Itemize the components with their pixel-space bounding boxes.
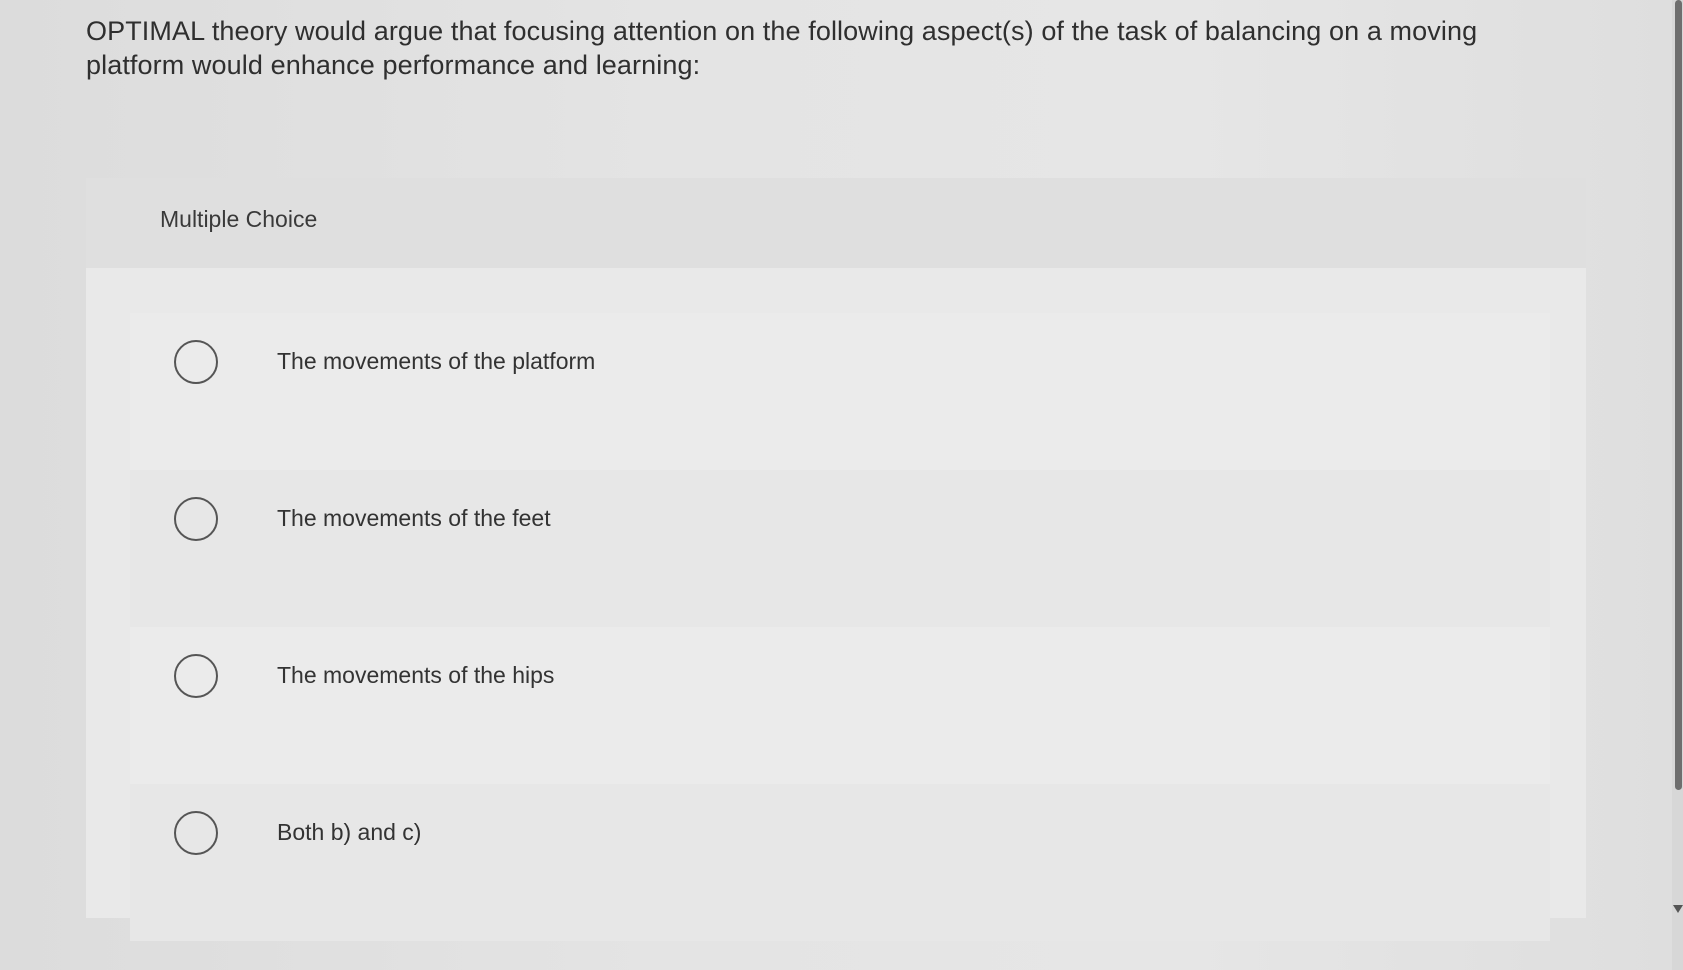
- chevron-down-icon[interactable]: [1673, 905, 1683, 913]
- answer-option-d[interactable]: Both b) and c): [130, 784, 1550, 941]
- answer-option-label[interactable]: The movements of the hips: [277, 662, 554, 689]
- answer-options: The movements of the platform The moveme…: [130, 313, 1550, 941]
- radio-button-c[interactable]: [174, 654, 218, 698]
- answer-option-label[interactable]: The movements of the feet: [277, 505, 551, 532]
- answer-option-label[interactable]: Both b) and c): [277, 819, 421, 846]
- answer-option-c[interactable]: The movements of the hips: [130, 627, 1550, 784]
- radio-button-d[interactable]: [174, 811, 218, 855]
- radio-button-b[interactable]: [174, 497, 218, 541]
- multiple-choice-panel: Multiple Choice The movements of the pla…: [86, 178, 1586, 941]
- radio-button-a[interactable]: [174, 340, 218, 384]
- quiz-page: OPTIMAL theory would argue that focusing…: [0, 0, 1683, 970]
- multiple-choice-label: Multiple Choice: [160, 206, 318, 232]
- scrollbar-thumb[interactable]: [1675, 0, 1682, 790]
- answer-option-label[interactable]: The movements of the platform: [277, 348, 595, 375]
- answer-option-b[interactable]: The movements of the feet: [130, 470, 1550, 627]
- multiple-choice-header: Multiple Choice: [86, 178, 1586, 268]
- vertical-scrollbar[interactable]: [1672, 0, 1683, 970]
- question-text: OPTIMAL theory would argue that focusing…: [86, 16, 1478, 80]
- answer-option-a[interactable]: The movements of the platform: [130, 313, 1550, 470]
